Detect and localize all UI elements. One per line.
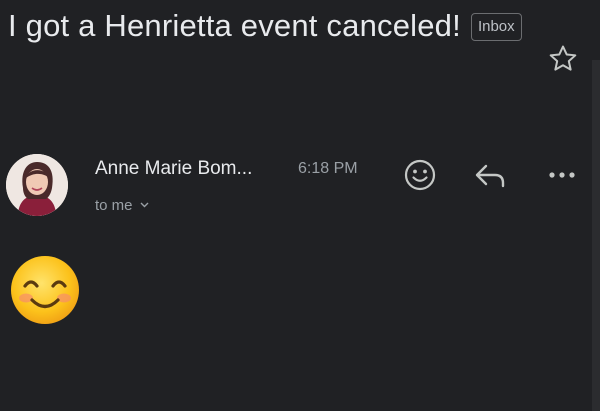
email-screen: I got a Henrietta event canceled! Inbox A… — [0, 0, 600, 411]
star-button[interactable] — [546, 42, 580, 76]
avatar[interactable] — [6, 154, 68, 216]
chevron-down-icon — [140, 195, 149, 212]
message-body-emoji — [8, 253, 82, 327]
sender-row: Anne Marie Bom... 6:18 PM to me — [0, 140, 600, 230]
recipient-label: to me — [95, 197, 133, 214]
smiley-icon — [404, 159, 436, 191]
more-options-button[interactable] — [542, 155, 582, 195]
more-vert-icon — [549, 172, 575, 178]
sender-name[interactable]: Anne Marie Bom... — [95, 158, 252, 180]
reply-button[interactable] — [470, 155, 510, 195]
scrollbar[interactable] — [592, 60, 600, 411]
smiling-face-emoji-icon — [11, 256, 79, 324]
reply-icon — [475, 164, 505, 188]
inbox-label-badge[interactable]: Inbox — [470, 13, 522, 41]
recipient-toggle[interactable]: to me — [95, 195, 149, 214]
sent-time: 6:18 PM — [298, 160, 358, 177]
star-icon — [549, 45, 577, 71]
subject-header: I got a Henrietta event canceled! Inbox — [8, 0, 548, 52]
email-subject: I got a Henrietta event canceled! — [8, 8, 461, 43]
avatar-image — [6, 154, 68, 216]
react-button[interactable] — [400, 155, 440, 195]
